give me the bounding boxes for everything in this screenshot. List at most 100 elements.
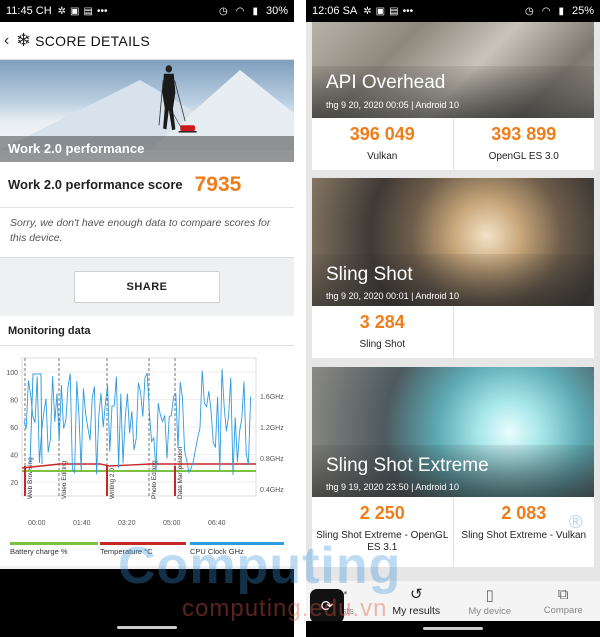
- image-icon: ▣: [375, 5, 386, 17]
- legend-label-cpu: CPU Clock GHz: [190, 547, 244, 556]
- score-columns: 396 049 Vulkan 393 899 OpenGL ES 3.0: [312, 118, 594, 170]
- legend-swatch-battery: [10, 542, 98, 545]
- status-time: 12:06 SA: [312, 5, 358, 17]
- score-value: 7935: [194, 172, 242, 196]
- phase-label: Photo Editing: [151, 460, 158, 499]
- freq-tick-label: 1.2GHz: [260, 425, 284, 432]
- tab-label: Compare: [543, 605, 583, 616]
- tab-label: My results: [392, 605, 441, 617]
- score-columns: 2 250 Sling Shot Extreme - OpenGL ES 3.1…: [312, 497, 594, 567]
- tab-my-device[interactable]: ▯ My device: [453, 581, 527, 621]
- share-button[interactable]: SHARE: [74, 271, 220, 303]
- battery-icon: ▮: [252, 5, 258, 17]
- benchmark-name: Sling Shot: [326, 264, 413, 285]
- rotate-icon: ⟳: [320, 598, 334, 615]
- hero-banner: Work 2.0 performance: [0, 136, 294, 162]
- score-label: OpenGL ES 3.0: [488, 151, 559, 162]
- chart-legend: Battery charge % Temperature °C CPU Cloc…: [0, 542, 294, 566]
- battery-icon: ▮: [558, 5, 564, 17]
- score-column: 2 083 Sling Shot Extreme - Vulkan: [454, 497, 595, 567]
- score-column: 2 250 Sling Shot Extreme - OpenGL ES 3.1: [312, 497, 454, 567]
- score-card: Work 2.0 performance score 7935 Sorry, w…: [0, 162, 294, 258]
- freq-tick-label: 0.4GHz: [260, 487, 284, 494]
- score-label: Sling Shot Extreme - Vulkan: [461, 530, 587, 541]
- score-label: Work 2.0 performance score: [8, 177, 183, 192]
- result-card-sling-shot[interactable]: Sling Shot thg 9 20, 2020 00:01 | Androi…: [312, 178, 594, 358]
- score-label: Sling Shot: [359, 339, 406, 350]
- screen-rotate-button[interactable]: ⟳: [310, 589, 344, 623]
- gallery-icon: ▤: [83, 5, 93, 17]
- y-tick-label: 100: [6, 370, 18, 377]
- benchmark-meta: thg 9 19, 2020 23:50 | Android 10: [326, 482, 459, 492]
- benchmark-name: API Overhead: [326, 72, 446, 93]
- x-tick-label: 06:40: [208, 520, 226, 527]
- legend-swatch-temperature: [100, 542, 186, 545]
- legend-label-temperature: Temperature °C: [100, 547, 153, 556]
- score-column: [454, 306, 595, 358]
- battery-level: 25%: [571, 5, 594, 17]
- score-label: Sling Shot Extreme - OpenGL ES 3.1: [316, 530, 449, 553]
- home-indicator[interactable]: [117, 626, 177, 629]
- score-columns: 3 284 Sling Shot: [312, 306, 594, 358]
- score-value: 396 049: [349, 124, 415, 144]
- home-indicator[interactable]: [423, 627, 483, 630]
- result-card-api-overhead[interactable]: API Overhead thg 9 20, 2020 00:05 | Andr…: [312, 22, 594, 170]
- score-row: Work 2.0 performance score 7935: [0, 162, 294, 208]
- snowflake-logo-icon: ❄: [16, 30, 32, 50]
- score-column: 3 284 Sling Shot: [312, 306, 454, 358]
- legend-battery: Battery charge %: [10, 542, 98, 556]
- y-tick-label: 80: [10, 398, 18, 405]
- app-header: ‹ ❄ SCORE DETAILS: [0, 22, 294, 60]
- api-overhead-image: API Overhead thg 9 20, 2020 00:05 | Andr…: [312, 22, 594, 118]
- status-bar: 12:06 SA ✲ ▣ ▤ ••• ◷ ◠ ▮ 25%: [306, 0, 600, 22]
- settings-icon: ✲: [57, 5, 67, 17]
- score-value: 3 284: [359, 312, 405, 332]
- benchmark-meta: thg 9 20, 2020 00:01 | Android 10: [326, 291, 459, 301]
- page-title: SCORE DETAILS: [35, 32, 150, 49]
- score-value: 393 899: [491, 124, 557, 144]
- left-phone-screen: 11:45 CH ✲ ▣ ▤ ••• ◷ ◠ ▮ 30% ‹ ❄ SCORE D…: [0, 0, 294, 637]
- work-hero-image: Work 2.0 performance: [0, 60, 294, 162]
- cpu-clock-series: [23, 368, 252, 476]
- x-tick-label: 01:40: [73, 520, 91, 527]
- x-tick-label: 00:00: [28, 520, 46, 527]
- x-tick-label: 05:00: [163, 520, 181, 527]
- screenshot-composite: 11:45 CH ✲ ▣ ▤ ••• ◷ ◠ ▮ 30% ‹ ❄ SCORE D…: [0, 0, 600, 637]
- more-icon: •••: [96, 5, 108, 17]
- legend-label-battery: Battery charge %: [10, 547, 68, 556]
- status-bar: 11:45 CH ✲ ▣ ▤ ••• ◷ ◠ ▮ 30%: [0, 0, 294, 22]
- result-card-sling-shot-extreme[interactable]: Sling Shot Extreme thg 9 19, 2020 23:50 …: [312, 367, 594, 567]
- device-icon: ▯: [485, 586, 494, 604]
- compare-icon: ⧉: [557, 586, 569, 603]
- score-column: 396 049 Vulkan: [312, 118, 454, 170]
- image-icon: ▣: [70, 5, 80, 17]
- system-nav-bar: [0, 569, 294, 637]
- tab-compare[interactable]: ⧉ Compare: [527, 581, 600, 621]
- monitoring-chart-svg: 100 80 60 40 20 1.6GHz 1.2GHz 0.8GHz 0.4GHz 00:00…: [6, 357, 284, 527]
- history-icon: ↺: [409, 586, 423, 603]
- right-phone-screen: 12:06 SA ✲ ▣ ▤ ••• ◷ ◠ ▮ 25% API Overhea…: [306, 0, 600, 637]
- y-tick-label: 40: [10, 453, 18, 460]
- monitoring-chart: 100 80 60 40 20 1.6GHz 1.2GHz 0.8GHz 0.4GHz 00:00…: [0, 346, 294, 566]
- score-column: 393 899 OpenGL ES 3.0: [454, 118, 595, 170]
- wifi-icon: ◠: [235, 5, 245, 17]
- tab-my-results[interactable]: ↺ My results: [380, 581, 454, 621]
- back-icon[interactable]: ‹: [4, 32, 16, 50]
- freq-tick-label: 0.8GHz: [260, 456, 284, 463]
- temperature-series: [21, 463, 256, 469]
- phase-label: Data Manipulation: [177, 446, 184, 499]
- y-tick-label: 60: [10, 425, 18, 432]
- status-time: 11:45 CH: [6, 5, 52, 17]
- legend-temperature: Temperature °C: [100, 542, 186, 556]
- x-tick-label: 03:20: [118, 520, 136, 527]
- wifi-icon: ◠: [541, 5, 551, 17]
- more-icon: •••: [402, 5, 414, 17]
- legend-cpu: CPU Clock GHz: [190, 542, 284, 556]
- phase-label: Writing 2.0: [109, 468, 116, 499]
- y-tick-label: 20: [10, 480, 18, 487]
- benchmark-meta: thg 9 20, 2020 00:05 | Android 10: [326, 100, 459, 110]
- gallery-icon: ▤: [389, 5, 399, 17]
- legend-swatch-cpu: [190, 542, 284, 545]
- benchmark-name: Sling Shot Extreme: [326, 455, 489, 476]
- phase-label: Video Editing: [61, 460, 68, 499]
